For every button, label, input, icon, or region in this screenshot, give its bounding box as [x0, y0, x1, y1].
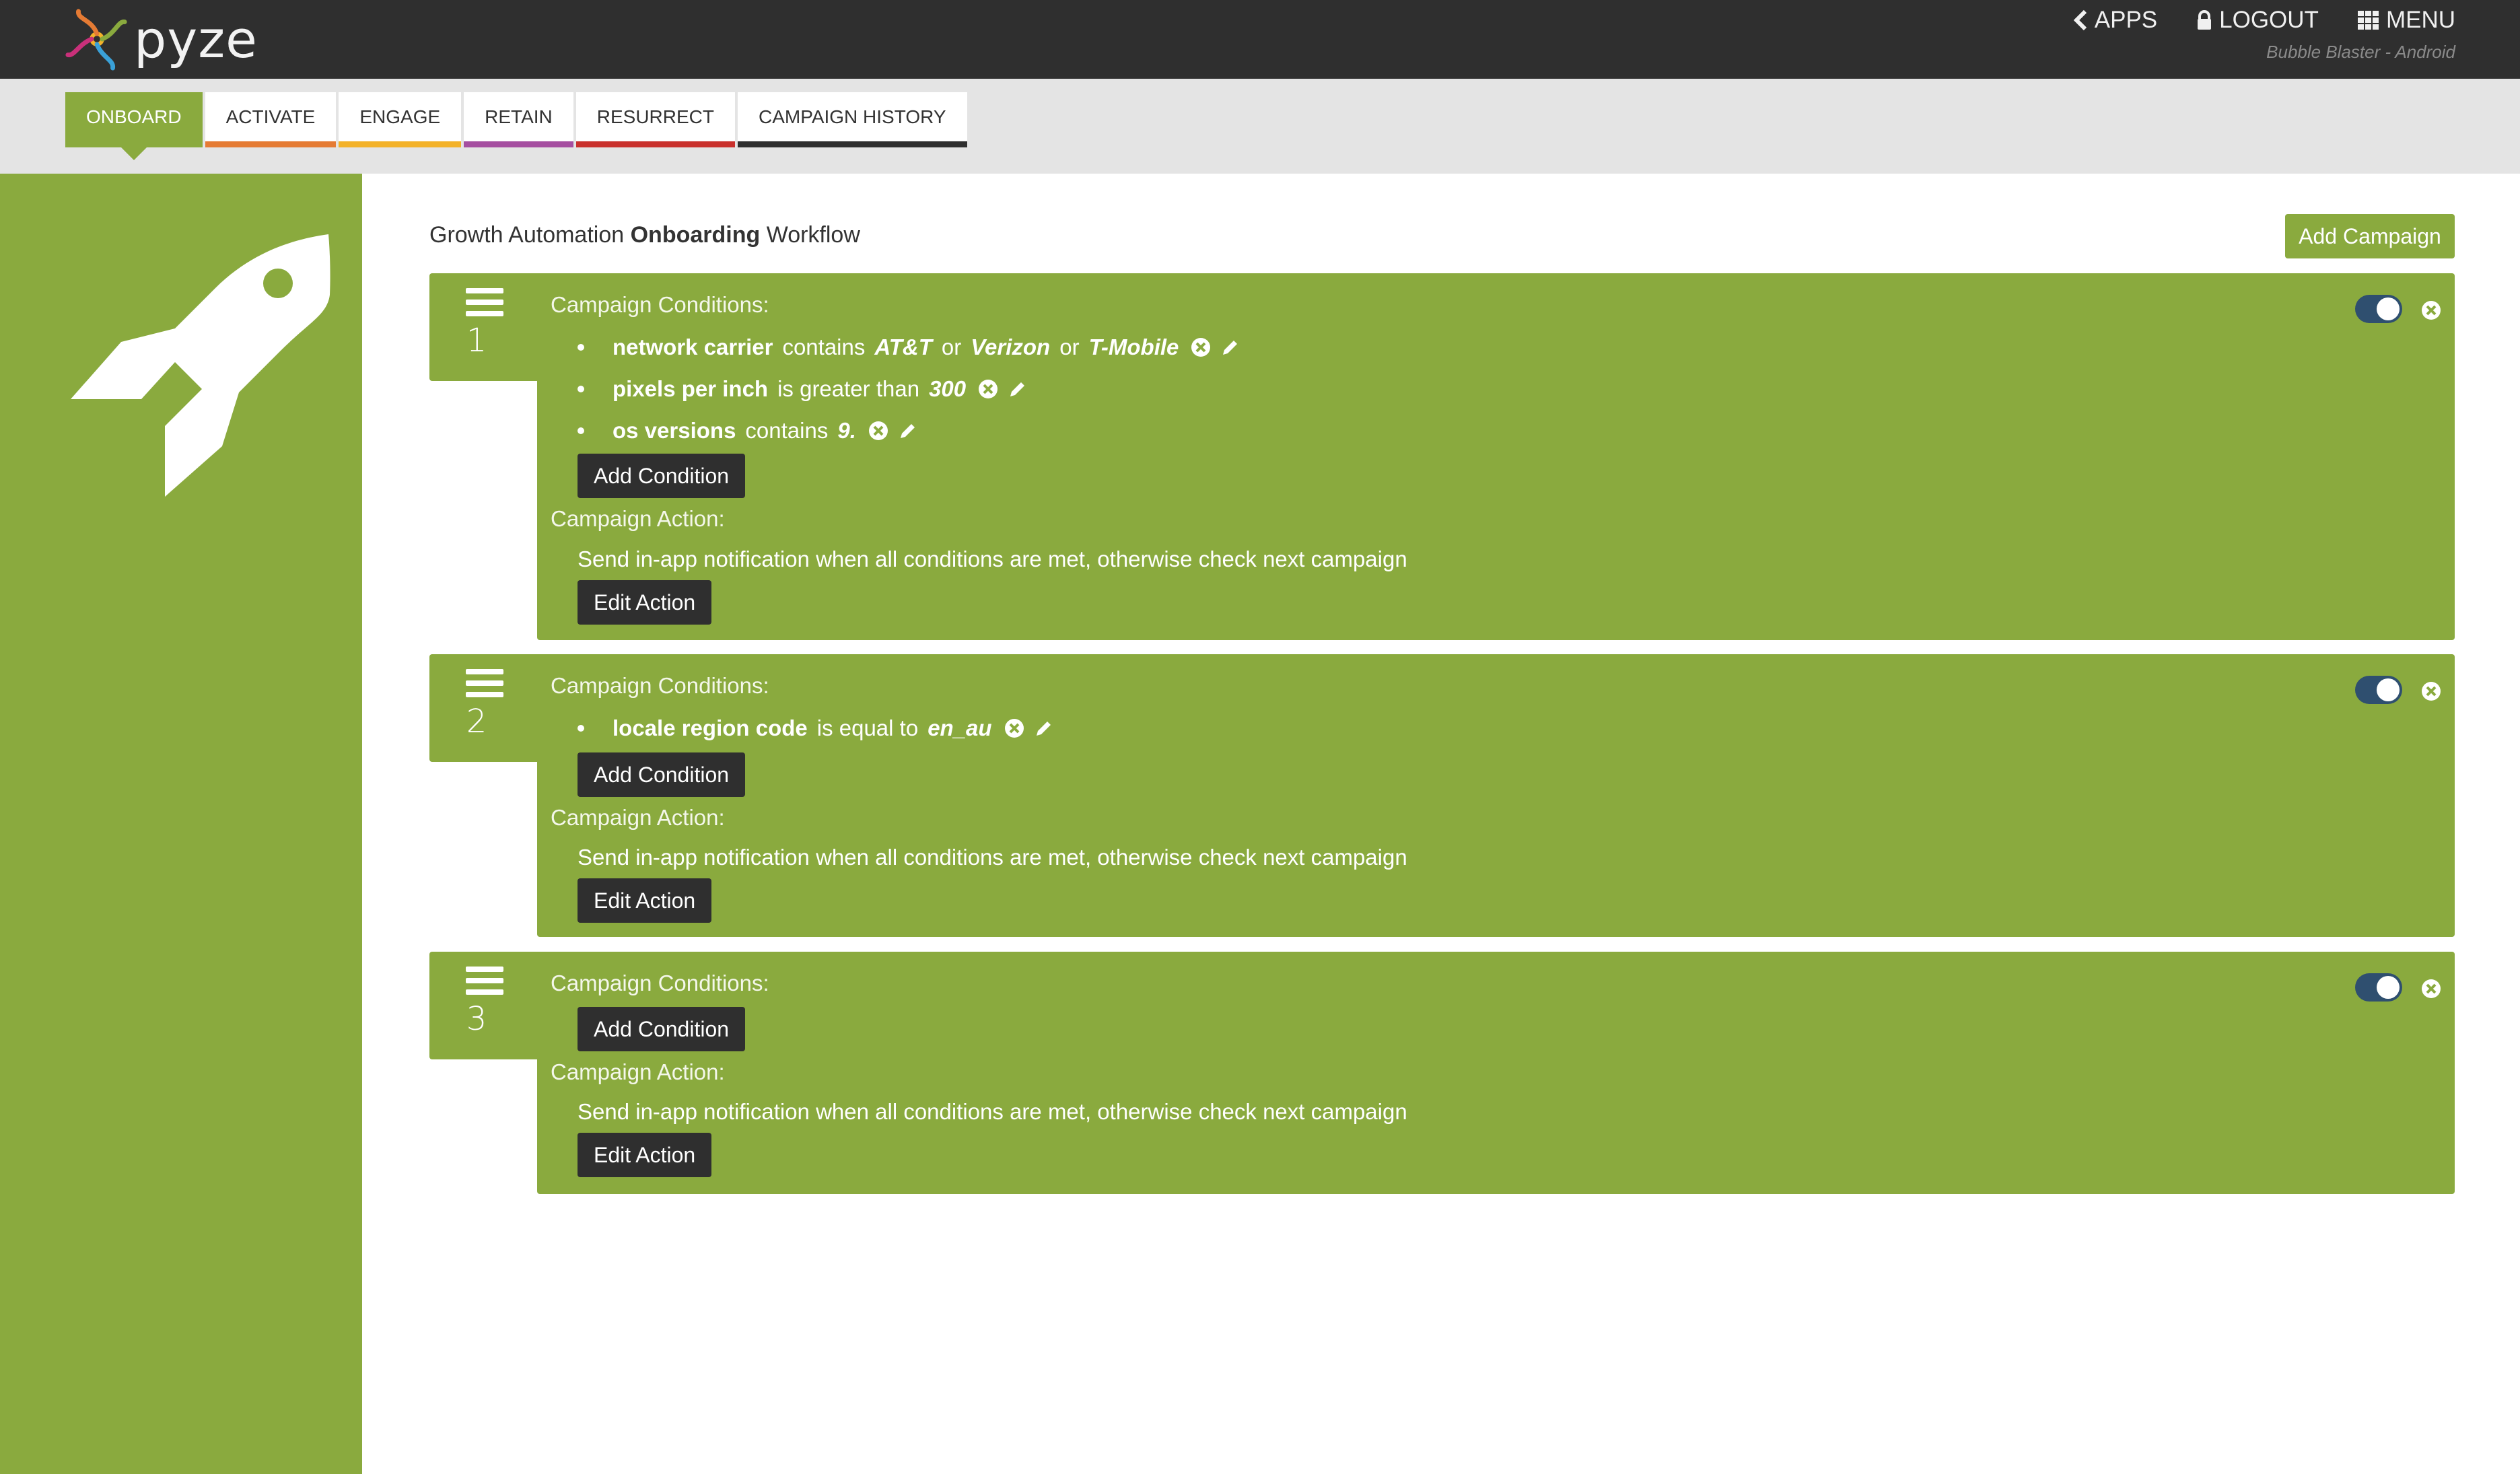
campaign-drag-handle[interactable]: 2: [429, 654, 541, 762]
condition-joiner: or: [1059, 335, 1080, 359]
edit-condition-pencil-icon[interactable]: [1008, 379, 1028, 399]
campaign-drag-handle[interactable]: 3: [429, 952, 541, 1059]
campaign-number: 1: [466, 322, 487, 359]
add-condition-button[interactable]: Add Condition: [578, 1007, 746, 1051]
condition-value: Verizon: [971, 335, 1051, 359]
action-label: Campaign Action:: [551, 805, 725, 830]
workflow-tab-strip: ONBOARD ACTIVATE ENGAGE RETAIN RESURRECT…: [0, 79, 2520, 174]
drag-handle-icon: [466, 967, 503, 1001]
brand-name: pyze: [134, 9, 258, 69]
action-label: Campaign Action:: [551, 506, 725, 531]
close-icon[interactable]: [2421, 300, 2441, 320]
action-description: Send in-app notification when all condit…: [578, 845, 1407, 870]
action-description: Send in-app notification when all condit…: [578, 547, 1407, 571]
conditions-label: Campaign Conditions:: [551, 971, 769, 995]
pyze-logo[interactable]: pyze: [64, 5, 258, 73]
edit-condition-pencil-icon[interactable]: [1220, 337, 1240, 357]
tab-retain[interactable]: RETAIN: [464, 92, 573, 147]
campaign-number: 2: [466, 703, 487, 740]
workflow-tabs: ONBOARD ACTIVATE ENGAGE RETAIN RESURRECT…: [65, 92, 967, 160]
onboard-side-panel: [0, 174, 362, 1474]
condition-field: locale region code: [612, 715, 808, 740]
remove-condition-icon[interactable]: [978, 379, 998, 399]
rocket-icon: [71, 234, 330, 497]
edit-action-button[interactable]: Edit Action: [578, 580, 712, 625]
condition-value: 300: [929, 376, 967, 401]
condition-item: network carrier contains AT&T or Verizon…: [578, 335, 1247, 360]
logout-link[interactable]: LOGOUT: [2196, 7, 2319, 34]
close-icon[interactable]: [2421, 681, 2441, 701]
campaign-body: Campaign Conditions: network carrier con…: [537, 273, 2455, 640]
campaign-drag-handle[interactable]: 1: [429, 273, 541, 381]
add-condition-button[interactable]: Add Condition: [578, 454, 746, 498]
tab-onboard[interactable]: ONBOARD: [65, 92, 203, 160]
condition-value: 9.: [837, 418, 856, 443]
tab-engage[interactable]: ENGAGE: [339, 92, 462, 147]
edit-action-button[interactable]: Edit Action: [578, 1133, 712, 1177]
page-title-suffix: Workflow: [760, 222, 860, 248]
condition-item: os versions contains 9.: [578, 418, 925, 444]
chevron-left-icon: [2073, 9, 2087, 31]
condition-item: pixels per inch is greater than 300: [578, 376, 1035, 402]
add-condition-button[interactable]: Add Condition: [578, 752, 746, 797]
remove-condition-icon[interactable]: [1191, 337, 1211, 357]
condition-value: en_au: [928, 715, 992, 740]
condition-value: AT&T: [874, 335, 932, 359]
top-nav: APPS LOGOUT MENU: [2073, 7, 2455, 34]
condition-field: os versions: [612, 418, 736, 443]
remove-condition-icon[interactable]: [868, 421, 888, 441]
condition-field: network carrier: [612, 335, 773, 359]
logout-label: LOGOUT: [2219, 7, 2319, 33]
condition-joiner: or: [941, 335, 962, 359]
campaign-body: Campaign Conditions: locale region code …: [537, 654, 2455, 937]
condition-item: locale region code is equal to en_au: [578, 715, 1061, 741]
remove-condition-icon[interactable]: [1004, 718, 1024, 738]
tab-activate[interactable]: ACTIVATE: [205, 92, 337, 147]
apps-label: APPS: [2094, 7, 2158, 33]
current-app-name: Bubble Blaster - Android: [2266, 42, 2455, 62]
condition-field: pixels per inch: [612, 376, 769, 401]
menu-label: MENU: [2385, 7, 2455, 33]
page-title: Growth Automation Onboarding Workflow: [429, 222, 860, 248]
campaign-enable-toggle[interactable]: [2355, 295, 2402, 323]
campaign-card: 3 Campaign Conditions: Add Condition Cam…: [429, 952, 2455, 1194]
condition-operator: contains: [745, 418, 829, 443]
drag-handle-icon: [466, 669, 503, 703]
page-title-prefix: Growth Automation: [429, 222, 631, 248]
lock-icon: [2198, 10, 2212, 30]
campaign-number: 3: [466, 1000, 487, 1038]
campaign-enable-toggle[interactable]: [2355, 676, 2402, 704]
apps-link[interactable]: APPS: [2073, 7, 2157, 34]
condition-value: T-Mobile: [1088, 335, 1179, 359]
condition-operator: is greater than: [777, 376, 920, 401]
campaign-enable-toggle[interactable]: [2355, 973, 2402, 1002]
campaign-card: 1 Campaign Conditions: network carrier c…: [429, 273, 2455, 640]
add-campaign-button[interactable]: Add Campaign: [2285, 214, 2455, 258]
tab-resurrect[interactable]: RESURRECT: [575, 92, 735, 147]
action-description: Send in-app notification when all condit…: [578, 1099, 1407, 1124]
menu-link[interactable]: MENU: [2357, 7, 2455, 34]
condition-operator: contains: [782, 335, 866, 359]
campaign-body: Campaign Conditions: Add Condition Campa…: [537, 952, 2455, 1194]
conditions-label: Campaign Conditions:: [551, 673, 769, 698]
top-bar: pyze APPS LOGOUT MENU Bubble Blaster - A…: [0, 0, 2520, 79]
pyze-logo-icon: [65, 9, 127, 71]
close-icon[interactable]: [2421, 979, 2441, 999]
drag-handle-icon: [466, 288, 503, 322]
edit-condition-pencil-icon[interactable]: [1034, 718, 1054, 738]
action-label: Campaign Action:: [551, 1059, 725, 1084]
grid-icon: [2357, 11, 2379, 30]
condition-operator: is equal to: [816, 715, 919, 740]
campaign-card: 2 Campaign Conditions: locale region cod…: [429, 654, 2455, 937]
page-title-bold: Onboarding: [630, 222, 761, 248]
conditions-label: Campaign Conditions:: [551, 292, 769, 317]
tab-campaign-history[interactable]: CAMPAIGN HISTORY: [738, 92, 967, 147]
edit-action-button[interactable]: Edit Action: [578, 878, 712, 923]
edit-condition-pencil-icon[interactable]: [898, 421, 918, 441]
